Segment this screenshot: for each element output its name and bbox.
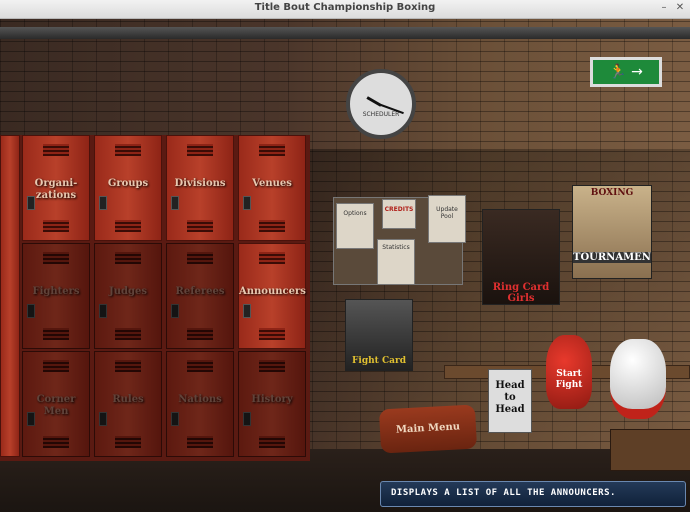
ring-card-girls-caption: Ring Card Girls <box>492 282 550 304</box>
locker-handle <box>99 304 107 318</box>
main-menu-label: Main Menu <box>395 421 461 436</box>
locker-vent <box>115 436 141 448</box>
side-table <box>610 429 690 471</box>
locker-vent <box>259 144 285 156</box>
tournament-top-caption: BOXING <box>590 188 634 198</box>
locker-vent <box>187 252 213 264</box>
locker-vent <box>43 144 69 156</box>
locker-label: Fighters <box>32 286 80 297</box>
locker-handle <box>171 304 179 318</box>
locker-corner-men[interactable]: Corner Men <box>22 351 90 457</box>
locker-vent <box>259 328 285 340</box>
locker-vent <box>43 252 69 264</box>
locker-handle <box>243 304 251 318</box>
main-menu-bag[interactable]: Main Menu <box>378 404 478 454</box>
locker-handle <box>171 196 179 210</box>
locker-vent <box>43 220 69 232</box>
locker-label: Announcers <box>239 286 306 297</box>
locker-fighters[interactable]: Fighters <box>22 243 90 349</box>
locker-label: Venues <box>252 178 292 189</box>
locker-label: Judges <box>109 286 147 297</box>
locker-handle <box>27 196 35 210</box>
locker-vent <box>187 220 213 232</box>
locker-vent <box>259 220 285 232</box>
white-boxing-glove <box>610 339 666 419</box>
locker-nations[interactable]: Nations <box>166 351 234 457</box>
locker-handle <box>99 412 107 426</box>
locker-vent <box>43 328 69 340</box>
locker-handle <box>27 412 35 426</box>
locker-announcers[interactable]: Announcers <box>238 243 306 349</box>
locker-handle <box>99 196 107 210</box>
locker-rules[interactable]: Rules <box>94 351 162 457</box>
locker-label: Nations <box>178 394 222 405</box>
status-bar: DISPLAYS A LIST OF ALL THE ANNOUNCERS. <box>380 481 686 507</box>
locker-handle <box>243 196 251 210</box>
tournament-caption: TOURNAMENT <box>573 252 652 263</box>
locker-label: Divisions <box>174 178 226 189</box>
exit-arrow-icon: → <box>631 64 643 80</box>
ceiling-pipe <box>0 27 690 39</box>
statistics-note[interactable]: Statistics <box>377 239 415 285</box>
locker-judges[interactable]: Judges <box>94 243 162 349</box>
minimize-icon[interactable]: – <box>658 2 670 13</box>
exit-sign[interactable]: 🏃 → <box>590 57 662 87</box>
locker-vent <box>259 436 285 448</box>
tournament-poster[interactable]: BOXING TOURNAMENT <box>572 185 652 279</box>
fight-card-poster[interactable]: Fight Card <box>345 299 413 371</box>
locker-history[interactable]: History <box>238 351 306 457</box>
exit-running-man-icon: 🏃 <box>609 64 627 80</box>
options-note[interactable]: Options <box>336 203 374 249</box>
locker-vent <box>115 220 141 232</box>
locker-room-scene: SCHEDULER 🏃 → Organi- zations Groups Divis… <box>0 19 690 512</box>
locker-bank: Organi- zations Groups Divisions Venues Figh… <box>0 135 310 461</box>
locker-vent <box>43 436 69 448</box>
locker-referees[interactable]: Referees <box>166 243 234 349</box>
head-to-head-tag[interactable]: Head to Head <box>488 369 532 433</box>
locker-label: Rules <box>112 394 144 405</box>
locker-organizations[interactable]: Organi- zations <box>22 135 90 241</box>
locker-vent <box>115 360 141 372</box>
status-text: DISPLAYS A LIST OF ALL THE ANNOUNCERS. <box>391 488 616 498</box>
locker-vent <box>259 360 285 372</box>
locker-label: Referees <box>175 286 225 297</box>
update-pool-note[interactable]: Update Pool <box>428 195 466 243</box>
partial-locker-column <box>0 135 20 457</box>
locker-vent <box>187 360 213 372</box>
clock-label: SCHEDULER <box>362 111 400 118</box>
window-title: Title Bout Championship Boxing <box>254 2 436 13</box>
ring-card-girls-poster[interactable]: Ring Card Girls <box>482 209 560 305</box>
fight-card-caption: Fight Card <box>352 356 406 366</box>
clock-hour-hand <box>366 96 382 107</box>
locker-handle <box>27 304 35 318</box>
close-icon[interactable]: ✕ <box>674 2 686 13</box>
locker-divisions[interactable]: Divisions <box>166 135 234 241</box>
locker-vent <box>187 436 213 448</box>
locker-handle <box>243 412 251 426</box>
scheduler-clock[interactable]: SCHEDULER <box>346 69 416 139</box>
locker-vent <box>187 144 213 156</box>
locker-handle <box>171 412 179 426</box>
locker-vent <box>115 252 141 264</box>
locker-vent <box>115 328 141 340</box>
locker-venues[interactable]: Venues <box>238 135 306 241</box>
locker-groups[interactable]: Groups <box>94 135 162 241</box>
window-titlebar: Title Bout Championship Boxing – ✕ <box>0 0 690 19</box>
locker-label: Groups <box>107 178 149 189</box>
locker-vent <box>115 144 141 156</box>
start-fight-glove[interactable]: Start Fight <box>546 335 592 409</box>
start-fight-label: Start Fight <box>555 369 583 390</box>
credits-note[interactable]: CREDITS <box>382 199 416 229</box>
locker-label: History <box>251 394 293 405</box>
head-to-head-label: Head to Head <box>495 380 525 415</box>
locker-vent <box>187 328 213 340</box>
locker-vent <box>43 360 69 372</box>
locker-vent <box>259 252 285 264</box>
